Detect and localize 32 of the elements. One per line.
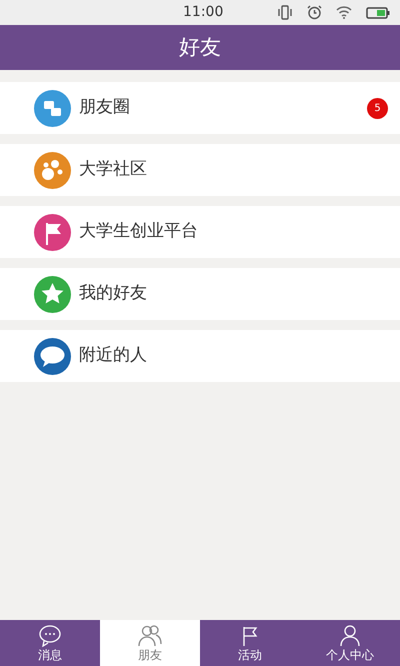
list-item[interactable]: 朋友圈 5 xyxy=(0,82,400,134)
nav-tab[interactable]: 朋友 xyxy=(100,620,200,666)
people-icon xyxy=(138,624,162,647)
header-title: 好友 xyxy=(179,34,221,61)
item-label: 大学生创业平台 xyxy=(79,220,199,244)
item-label: 附近的人 xyxy=(79,344,148,368)
alarm-icon xyxy=(307,5,322,20)
speech-bubble-icon xyxy=(34,338,71,374)
list-item[interactable]: 大学社区 xyxy=(0,144,400,196)
tab-label: 个人中心 xyxy=(326,648,374,662)
person-icon xyxy=(338,624,362,647)
list-item[interactable]: 附近的人 xyxy=(0,330,400,382)
count-badge: 5 xyxy=(367,98,388,118)
vibrate-icon xyxy=(277,5,293,20)
dots-icon xyxy=(34,152,71,188)
tab-label: 活动 xyxy=(238,648,262,662)
nav-tab[interactable]: 个人中心 xyxy=(300,620,400,666)
item-label: 朋友圈 xyxy=(79,96,131,120)
chat-bubble-icon xyxy=(38,624,62,647)
flag-icon xyxy=(34,214,71,250)
item-label: 大学社区 xyxy=(79,158,148,182)
status-time: 11:00 xyxy=(183,3,224,22)
tab-label: 朋友 xyxy=(138,648,162,662)
item-label: 我的好友 xyxy=(79,282,148,306)
nav-tab[interactable]: 活动 xyxy=(200,620,300,666)
battery-icon xyxy=(366,6,390,18)
wifi-icon xyxy=(336,6,352,19)
list-item[interactable]: 大学生创业平台 xyxy=(0,206,400,258)
nav-tab[interactable]: 消息 xyxy=(0,620,100,666)
list-item[interactable]: 我的好友 xyxy=(0,268,400,320)
squares-icon xyxy=(34,90,71,126)
tab-label: 消息 xyxy=(38,648,62,662)
